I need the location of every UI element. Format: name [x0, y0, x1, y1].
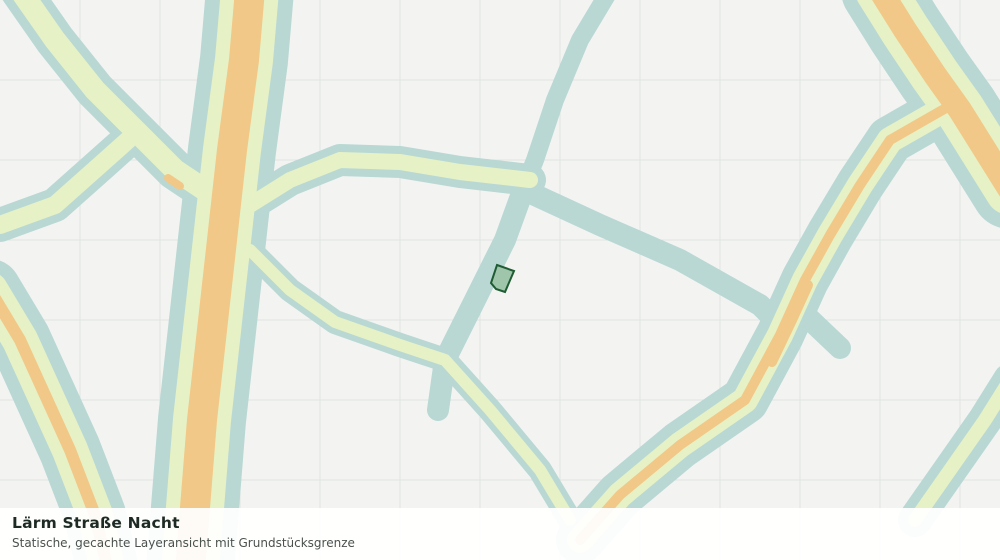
noise-map[interactable] [0, 0, 1000, 560]
layer-info-panel: Lärm Straße Nacht Statische, gecachte La… [0, 508, 1000, 560]
layer-title: Lärm Straße Nacht [12, 514, 180, 532]
layer-subtitle: Statische, gecachte Layeransicht mit Gru… [12, 536, 355, 550]
